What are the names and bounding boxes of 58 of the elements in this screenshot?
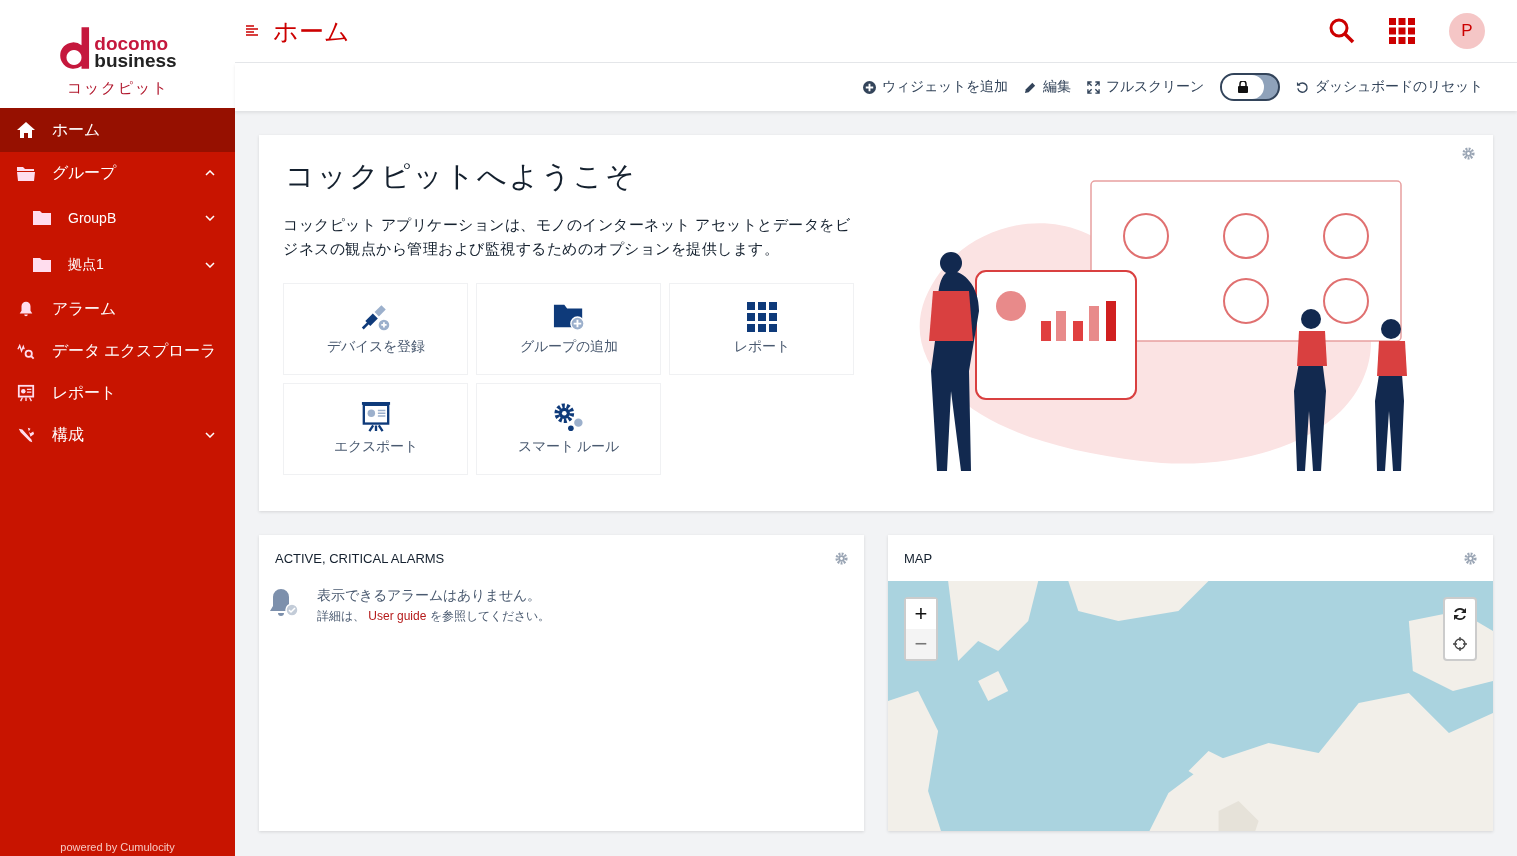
- app-grid-icon[interactable]: [1389, 18, 1415, 44]
- card-title: ACTIVE, CRITICAL ALARMS: [275, 550, 445, 566]
- lock-toggle[interactable]: [1220, 73, 1280, 101]
- search-icon[interactable]: [1329, 18, 1355, 44]
- card-title: MAP: [904, 550, 933, 566]
- chevron-down-icon: [205, 261, 215, 268]
- folder-add-icon: [552, 302, 585, 332]
- welcome-title: コックピットへようこそ: [285, 159, 638, 194]
- sidebar-item[interactable]: データ エクスプローラ: [0, 330, 235, 372]
- chevron-down-icon: [205, 214, 215, 221]
- reset-dashboard-button[interactable]: ダッシュボードのリセット: [1296, 78, 1483, 96]
- edit-button[interactable]: 編集: [1024, 78, 1071, 96]
- add-icon: [863, 80, 876, 94]
- quick-link-tile[interactable]: デバイスを登録: [283, 283, 468, 375]
- quick-link-tile[interactable]: レポート: [669, 283, 854, 375]
- sidebar-item[interactable]: アラーム: [0, 288, 235, 330]
- home-icon: [16, 121, 36, 139]
- page-title: ホーム: [273, 15, 350, 47]
- expand-icon: [1087, 80, 1100, 94]
- logo-icon: [58, 27, 91, 69]
- chevron-down-icon: [205, 432, 215, 438]
- empty-message: 表示できるアラームはありません。: [317, 587, 542, 605]
- folder-icon: [32, 255, 52, 274]
- pencil-icon: [1024, 80, 1037, 94]
- gears-icon: [552, 402, 585, 432]
- refresh-icon: [1452, 606, 1468, 622]
- folder-icon: [32, 208, 52, 227]
- sidebar-subitem[interactable]: 拠点1: [0, 241, 235, 288]
- bell-check-icon: [269, 587, 299, 619]
- presentation-icon: [16, 384, 36, 402]
- presentation-icon: [359, 402, 392, 432]
- grid-icon: [745, 302, 778, 332]
- user-avatar[interactable]: P: [1449, 13, 1485, 49]
- reset-icon: [1296, 80, 1309, 94]
- add-widget-button[interactable]: ウィジェットを追加: [863, 78, 1008, 96]
- sidebar-subitem[interactable]: GroupB: [0, 194, 235, 241]
- folder-icon: [16, 164, 36, 182]
- chevron-up-icon: [205, 170, 215, 176]
- plug-icon: [359, 302, 392, 332]
- powered-by-text: powered by Cumulocity: [59, 841, 176, 855]
- logo-text: business: [94, 52, 177, 69]
- quick-link-tile[interactable]: スマート ルール: [476, 383, 661, 475]
- user-guide-link[interactable]: User guide: [368, 609, 427, 623]
- sidebar-item[interactable]: ホーム: [0, 108, 235, 152]
- menu-toggle-icon[interactable]: [245, 25, 259, 37]
- sidebar-item[interactable]: レポート: [0, 372, 235, 414]
- quick-link-tile[interactable]: グループの追加: [476, 283, 661, 375]
- logo-text: docomo: [94, 35, 170, 52]
- chart-search-icon: [16, 342, 36, 360]
- crosshair-icon: [1452, 636, 1468, 652]
- sidebar-item[interactable]: 構成: [0, 414, 235, 456]
- help-text: 詳細は、 User guide を参照してください。: [317, 608, 550, 625]
- quick-link-tile[interactable]: エクスポート: [283, 383, 468, 475]
- welcome-description: コックピット アプリケーションは、モノのインターネット アセットとデータをビジネスの観点から管理および監視するためのオプションを提供します。: [283, 215, 852, 259]
- fullscreen-button[interactable]: フルスクリーン: [1087, 78, 1204, 96]
- sidebar-item[interactable]: グループ: [0, 152, 235, 194]
- app-name: コックピット: [66, 79, 169, 98]
- lock-icon: [1238, 81, 1248, 93]
